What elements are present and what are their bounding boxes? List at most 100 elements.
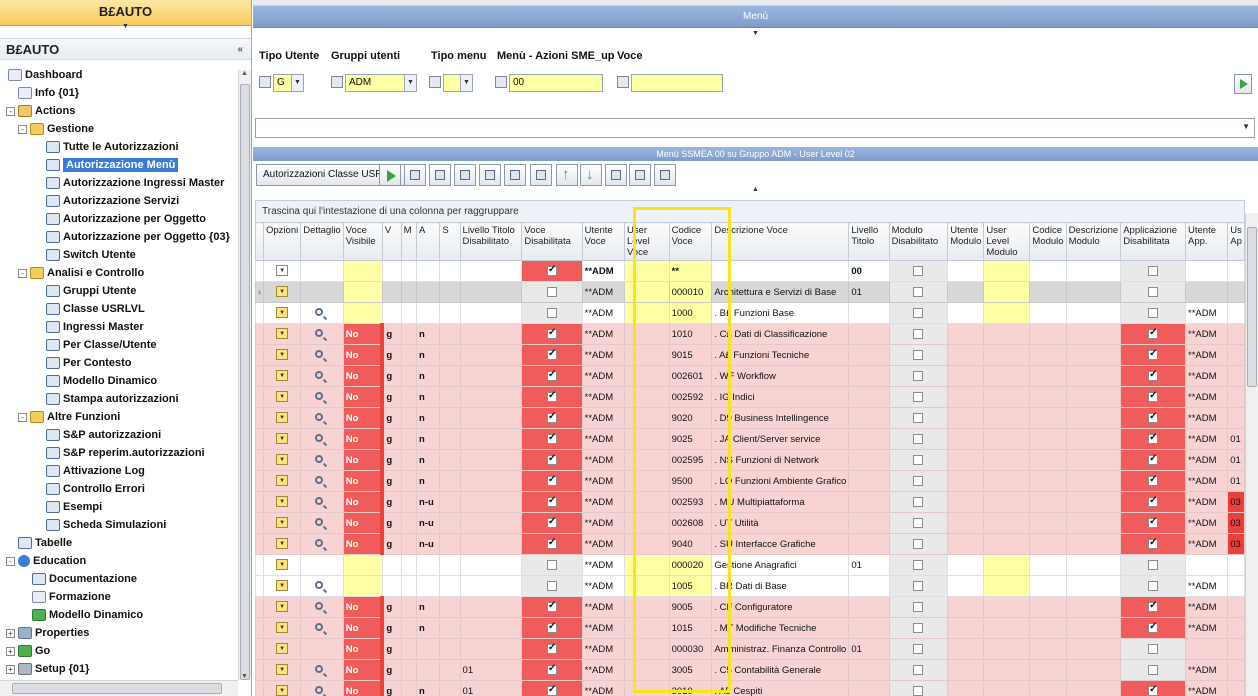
copy-icon[interactable] xyxy=(629,164,651,186)
tree-item-setup-01[interactable]: + Setup {01} xyxy=(6,660,89,678)
s-cell[interactable] xyxy=(439,680,461,696)
checked-checkbox[interactable] xyxy=(547,621,558,633)
opzioni-cell[interactable]: ▼ xyxy=(262,449,302,471)
utente-modulo-cell[interactable] xyxy=(947,407,985,429)
descrizione-modulo-cell[interactable] xyxy=(1065,365,1122,387)
unchecked-checkbox[interactable] xyxy=(913,475,924,486)
unchecked-checkbox[interactable] xyxy=(913,412,924,423)
column-header-modulo-disabilitato[interactable]: Modulo Disabilitato xyxy=(888,222,949,261)
dettaglio-cell[interactable] xyxy=(300,617,344,639)
unchecked-checkbox[interactable] xyxy=(913,517,924,528)
modulo-disabilitato-cell[interactable] xyxy=(888,428,949,450)
utente-voce-cell[interactable]: **ADM xyxy=(581,302,625,324)
voce-visibile-cell[interactable]: No xyxy=(342,470,383,492)
tree-item-dashboard[interactable]: Dashboard xyxy=(8,66,82,84)
utente-modulo-cell[interactable] xyxy=(947,449,985,471)
checked-checkbox[interactable] xyxy=(1148,516,1159,528)
tree-item-attivazione-log[interactable]: Attivazione Log xyxy=(46,462,145,480)
unchecked-checkbox[interactable] xyxy=(1148,307,1159,318)
dettaglio-cell[interactable] xyxy=(300,575,344,597)
a-cell[interactable]: n xyxy=(416,596,441,618)
utente-app-cell[interactable]: **ADM xyxy=(1184,659,1229,681)
livello-titolo-disabilitato-cell[interactable] xyxy=(459,554,523,576)
column-header-voce-visibile[interactable]: Voce Visibile xyxy=(342,222,383,261)
magnifier-icon[interactable] xyxy=(315,454,324,463)
unchecked-checkbox[interactable] xyxy=(913,643,924,654)
checked-checkbox[interactable] xyxy=(1148,621,1159,633)
column-header-livello-titolo[interactable]: Livello Titolo xyxy=(848,222,890,261)
v-cell[interactable]: g xyxy=(380,449,402,471)
voce-disabilitata-cell[interactable] xyxy=(521,449,583,471)
voce-visibile-cell[interactable]: No xyxy=(342,533,383,555)
descrizione-modulo-cell[interactable] xyxy=(1065,428,1122,450)
utente-voce-cell[interactable]: **ADM xyxy=(581,575,625,597)
descrizione-voce-cell[interactable]: . UT Utilità xyxy=(711,512,850,534)
descrizione-voce-cell[interactable]: Architettura e Servizi di Base xyxy=(711,281,850,303)
codice-modulo-cell[interactable] xyxy=(1029,386,1067,408)
utente-voce-cell[interactable]: **ADM xyxy=(581,617,625,639)
row-indicator[interactable] xyxy=(255,512,264,534)
column-header-descrizione-voce[interactable]: Descrizione Voce xyxy=(711,222,850,261)
livello-titolo-cell[interactable] xyxy=(848,491,890,513)
codice-voce-cell[interactable]: 1010 xyxy=(668,323,713,345)
voce-disabilitata-cell[interactable] xyxy=(521,596,583,618)
livello-titolo-disabilitato-cell[interactable] xyxy=(459,533,523,555)
checked-checkbox[interactable] xyxy=(547,453,558,465)
utente-modulo-cell[interactable] xyxy=(947,575,985,597)
dettaglio-cell[interactable] xyxy=(300,680,344,696)
voce-visibile-cell[interactable]: No xyxy=(342,512,383,534)
voce-visibile-cell[interactable] xyxy=(342,302,383,324)
voce-visibile-cell[interactable]: No xyxy=(342,449,383,471)
v-cell[interactable]: g xyxy=(380,365,402,387)
descrizione-modulo-cell[interactable] xyxy=(1065,554,1122,576)
user-level-voce-cell[interactable] xyxy=(623,491,670,513)
tree-item-modello-dinamico[interactable]: Modello Dinamico xyxy=(32,606,143,624)
voce-disabilitata-cell[interactable] xyxy=(521,428,583,450)
a-cell[interactable] xyxy=(416,659,441,681)
table-row[interactable]: ▼ **ADM 1005. BR Dati di Base **ADM xyxy=(255,575,1245,597)
tree-item-formazione[interactable]: Formazione xyxy=(32,588,111,606)
unchecked-checkbox[interactable] xyxy=(913,349,924,360)
tree-item-education[interactable]: - Education xyxy=(6,552,86,570)
row-indicator[interactable] xyxy=(255,260,264,282)
opzioni-cell[interactable]: ▼ xyxy=(262,302,302,324)
us-ap-cell[interactable] xyxy=(1227,344,1245,366)
table-row[interactable]: ▼ Nog n **ADM 9500. LO Funzioni Ambiente Gra… xyxy=(255,470,1245,492)
modulo-disabilitato-cell[interactable] xyxy=(888,323,949,345)
utente-modulo-cell[interactable] xyxy=(947,596,985,618)
table-row[interactable]: ▼ Nog n **ADM 1010. C£ Dati di Classificazio… xyxy=(255,323,1245,345)
tree-item-actions[interactable]: - Actions xyxy=(6,102,75,120)
tree-item-scheda-simulazioni[interactable]: Scheda Simulazioni xyxy=(46,516,166,534)
livello-titolo-cell[interactable] xyxy=(848,449,890,471)
us-ap-cell[interactable]: 03 xyxy=(1227,533,1245,555)
codice-voce-cell[interactable]: 9015 xyxy=(668,344,713,366)
opzioni-cell[interactable]: ▼ xyxy=(262,575,302,597)
dettaglio-cell[interactable] xyxy=(300,302,344,324)
us-ap-cell[interactable] xyxy=(1227,386,1245,408)
s-cell[interactable] xyxy=(439,512,461,534)
utente-app-cell[interactable] xyxy=(1184,554,1229,576)
voce-disabilitata-cell[interactable] xyxy=(521,260,583,282)
livello-titolo-cell[interactable] xyxy=(848,596,890,618)
v-cell[interactable]: g xyxy=(380,470,402,492)
livello-titolo-disabilitato-cell[interactable] xyxy=(459,260,523,282)
command-field[interactable]: ▼ xyxy=(255,118,1255,138)
utente-app-cell[interactable]: **ADM xyxy=(1184,491,1229,513)
us-ap-cell[interactable] xyxy=(1227,281,1245,303)
utente-voce-cell[interactable]: **ADM xyxy=(581,512,625,534)
utente-voce-cell[interactable]: **ADM xyxy=(581,491,625,513)
utente-modulo-cell[interactable] xyxy=(947,386,985,408)
column-header-livello-titolo-disabilitato[interactable]: Livello Titolo Disabilitato xyxy=(459,222,523,261)
modulo-disabilitato-cell[interactable] xyxy=(888,596,949,618)
s-cell[interactable] xyxy=(439,575,461,597)
move-down-icon[interactable] xyxy=(580,164,602,186)
descrizione-voce-cell[interactable]: . IG Indici xyxy=(711,386,850,408)
descrizione-modulo-cell[interactable] xyxy=(1065,281,1122,303)
unchecked-checkbox[interactable] xyxy=(913,601,924,612)
descrizione-voce-cell[interactable]: . A£ Funzioni Tecniche xyxy=(711,344,850,366)
unchecked-checkbox[interactable] xyxy=(913,685,924,696)
table-row[interactable]: ▼ Nog n **ADM 1015. MT Modifiche Tecniche **A… xyxy=(255,617,1245,639)
user-level-modulo-cell[interactable] xyxy=(983,281,1031,303)
options-dropdown-icon[interactable]: ▼ xyxy=(276,559,289,571)
us-ap-cell[interactable] xyxy=(1227,575,1245,597)
